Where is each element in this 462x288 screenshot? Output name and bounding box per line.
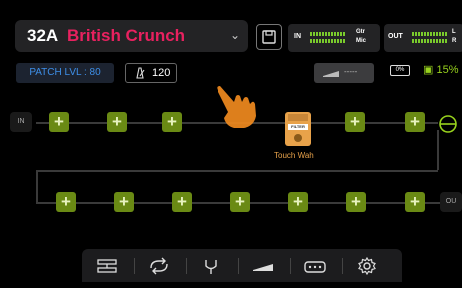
input-channel-mic: Mic [356,38,367,44]
pedal-switch [288,114,308,121]
amp-settings-button[interactable] [296,249,334,282]
effect-name: Touch Wah [274,151,314,160]
tuner-button[interactable] [192,249,230,282]
preset-name: British Crunch [67,26,186,45]
toolbar-divider [134,258,135,274]
amp-button[interactable]: ----- [314,63,374,83]
expression-pedal-button[interactable] [244,249,282,282]
chain-input: IN [10,112,32,132]
chip-icon: ▣ [423,64,434,76]
output-meter-label: OUT [388,33,403,40]
routing-button[interactable] [88,249,126,282]
add-effect-button[interactable]: + [405,192,425,212]
input-meter[interactable]: IN Gtr Mic [288,24,380,52]
battery-indicator: 0% [390,65,410,76]
add-effect-button[interactable]: + [172,192,192,212]
settings-button[interactable] [348,249,386,282]
input-meter-label: IN [294,33,301,40]
input-meter-bar-mic [310,39,345,43]
save-icon [262,30,276,44]
bottom-toolbar [82,249,402,282]
touch-wah-pedal[interactable]: FILTER [285,112,311,146]
output-meter[interactable]: OUT L R [384,24,462,52]
chain-line-middle [36,170,438,172]
input-meter-bar-gtr [310,32,345,36]
save-button[interactable] [256,24,282,50]
preset-selector[interactable]: 32A British Crunch ⌄ [15,20,248,52]
looper-icon [150,257,168,275]
cpu-indicator: ▣ 15% [423,63,459,76]
amp-label: ----- [344,67,358,76]
mixer-node-icon[interactable] [439,115,459,135]
toolbar-divider [186,258,187,274]
output-meter-bar-l [412,32,447,36]
tempo-button[interactable]: 120 [125,63,177,83]
add-effect-button[interactable]: + [288,192,308,212]
toolbar-divider [290,258,291,274]
add-effect-button[interactable]: + [49,112,69,132]
pedal-knob [294,134,302,142]
preset-number: 32A [27,26,59,45]
amp-icon [323,71,339,77]
pedal-category: FILTER [288,124,308,130]
chain-line-left-connector [36,170,38,204]
chevron-down-icon: ⌄ [229,28,240,42]
toolbar-divider [342,258,343,274]
expression-pedal-icon [253,264,273,271]
output-channel-l: L [452,29,456,35]
input-channel-gtr: Gtr [356,29,365,35]
pointing-hand-icon [217,86,256,128]
add-effect-button[interactable]: + [107,112,127,132]
add-effect-button[interactable]: + [346,192,366,212]
metronome-icon [136,67,145,79]
add-effect-button[interactable]: + [345,112,365,132]
patch-level-button[interactable]: PATCH LVL : 80 [16,63,114,83]
add-effect-button[interactable]: + [230,192,250,212]
toolbar-divider [238,258,239,274]
routing-icon [97,259,117,273]
amp-icon [304,261,326,273]
output-meter-bar-r [412,39,447,43]
add-effect-button[interactable]: + [162,112,182,132]
cpu-value: 15% [436,64,459,76]
tuner-icon [205,260,217,274]
looper-button[interactable] [140,249,178,282]
chain-output: OU [440,192,462,212]
tempo-value: 120 [152,67,171,79]
add-effect-button[interactable]: + [114,192,134,212]
add-effect-button[interactable]: + [56,192,76,212]
add-effect-button[interactable]: + [405,112,425,132]
chain-line-right-connector [437,130,439,170]
settings-icon [358,256,376,276]
output-channel-r: R [452,38,457,44]
